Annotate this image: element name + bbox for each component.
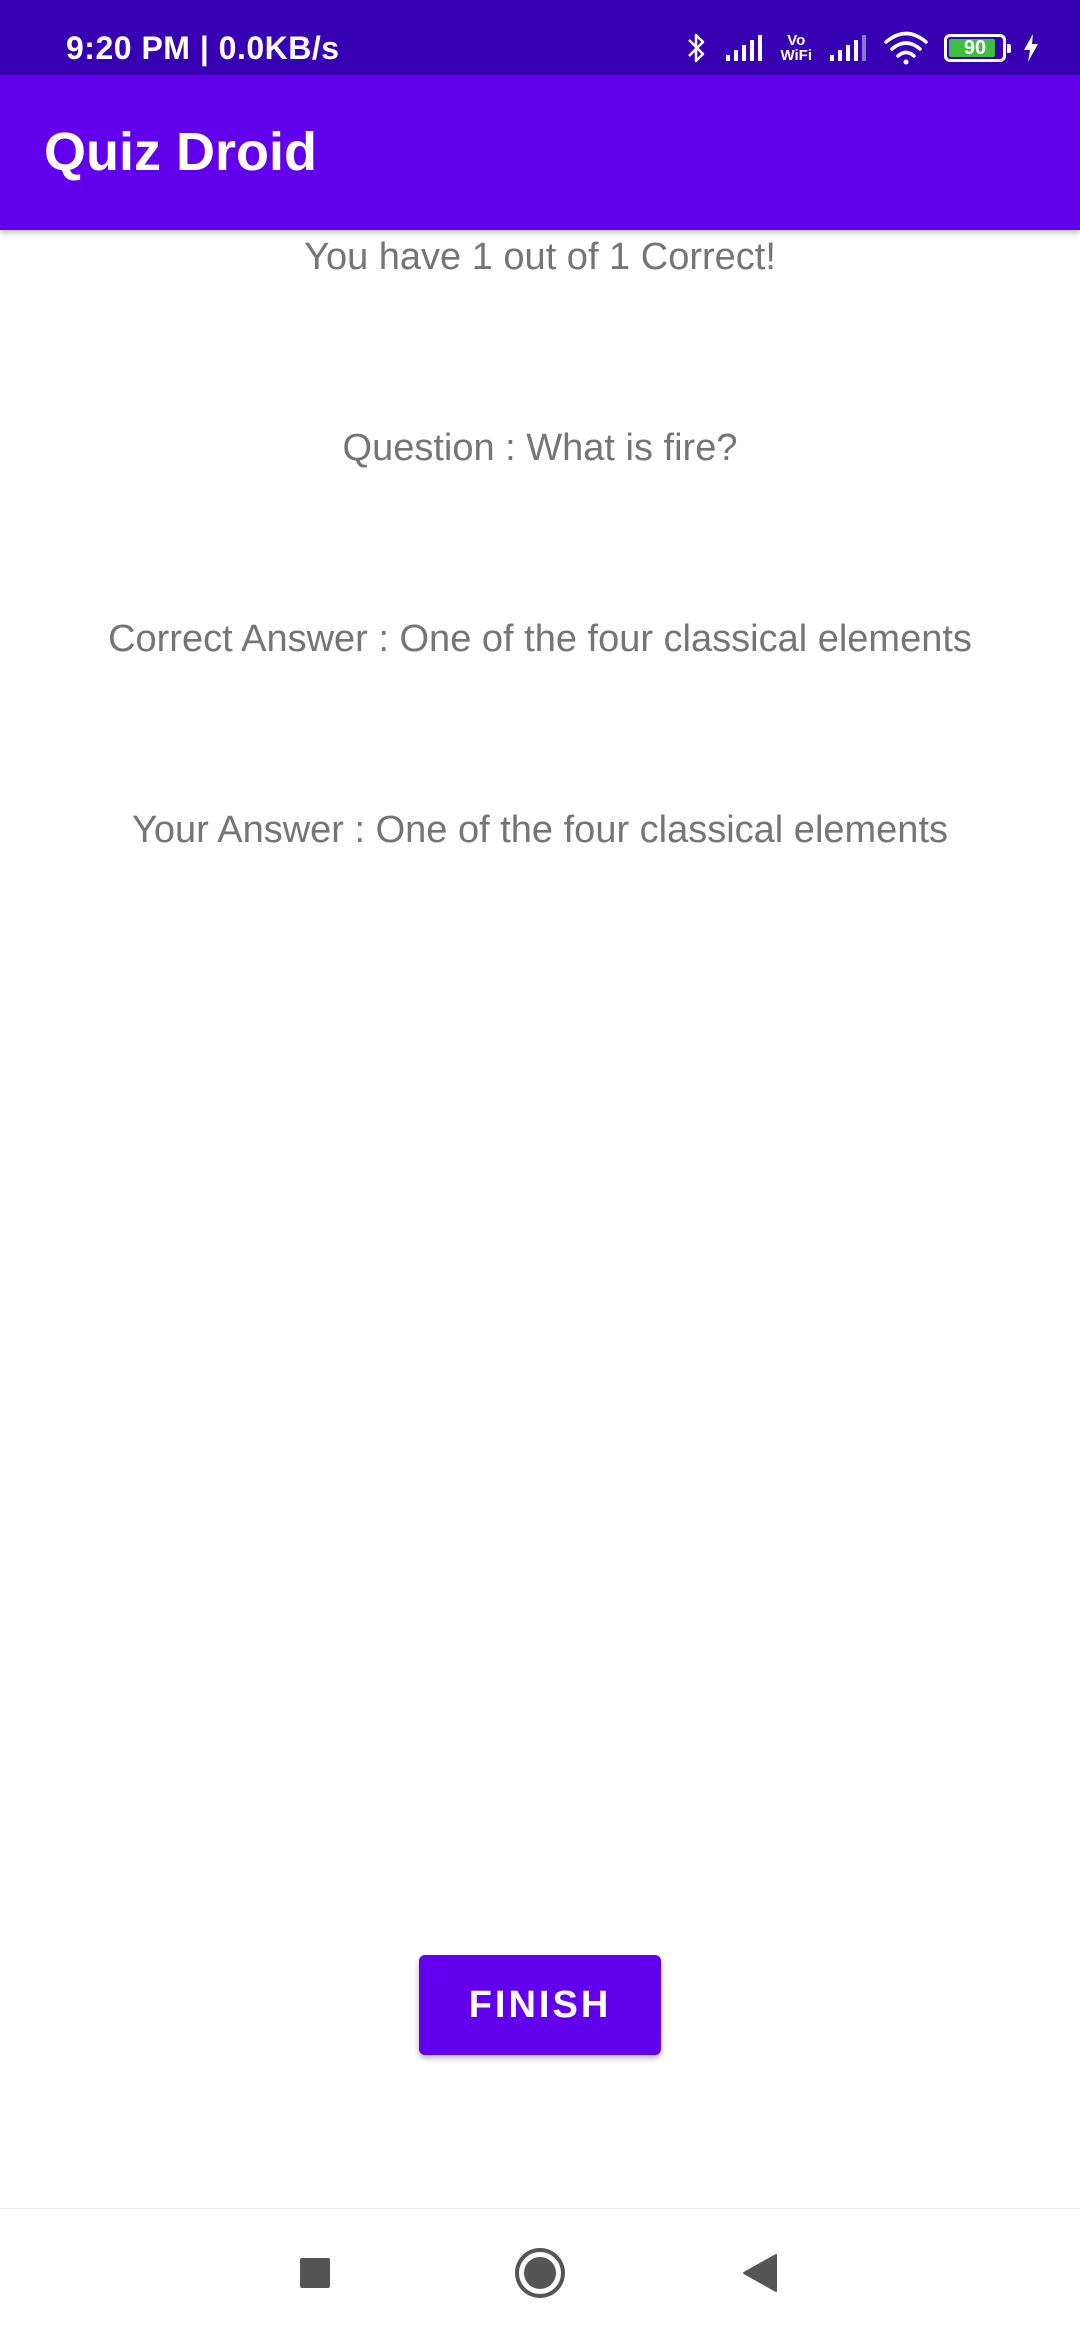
back-button[interactable] <box>725 2209 795 2340</box>
recents-button[interactable] <box>280 2209 350 2340</box>
home-button[interactable] <box>505 2209 575 2340</box>
vowifi-label-bottom: WiFi <box>780 47 812 64</box>
bluetooth-icon <box>686 30 708 66</box>
status-icons: Vo WiFi 90 <box>686 28 1040 68</box>
status-time: 9:20 PM | 0.0KB/s <box>66 30 340 66</box>
your-answer-text: Your Answer : One of the four classical … <box>131 809 949 851</box>
score-text: You have 1 out of 1 Correct! <box>304 236 776 278</box>
finish-button[interactable]: FINISH <box>419 1955 661 2055</box>
correct-answer-text: Correct Answer : One of the four classic… <box>108 618 972 660</box>
back-triangle-icon <box>742 2253 778 2298</box>
charging-icon <box>1022 33 1040 63</box>
battery-icon: 90 <box>944 34 1011 62</box>
quiz-result-screen: 9:20 PM | 0.0KB/s Vo WiFi 90 Quiz Droid … <box>0 0 1080 2340</box>
signal-icon <box>828 33 868 63</box>
status-bar: 9:20 PM | 0.0KB/s Vo WiFi 90 <box>0 0 1080 75</box>
navigation-bar <box>0 2208 1080 2340</box>
recents-square-icon <box>299 2257 331 2294</box>
battery-tip <box>1007 44 1011 53</box>
app-bar: Quiz Droid <box>0 75 1080 230</box>
wifi-icon <box>884 31 928 65</box>
app-title: Quiz Droid <box>44 122 317 182</box>
signal-icon <box>724 33 764 63</box>
vowifi-icon: Vo WiFi <box>780 33 812 63</box>
home-circle-icon <box>514 2247 566 2304</box>
question-text: Question : What is fire? <box>342 427 738 469</box>
battery-level: 90 <box>963 37 987 59</box>
vowifi-label-top: Vo <box>787 32 806 49</box>
